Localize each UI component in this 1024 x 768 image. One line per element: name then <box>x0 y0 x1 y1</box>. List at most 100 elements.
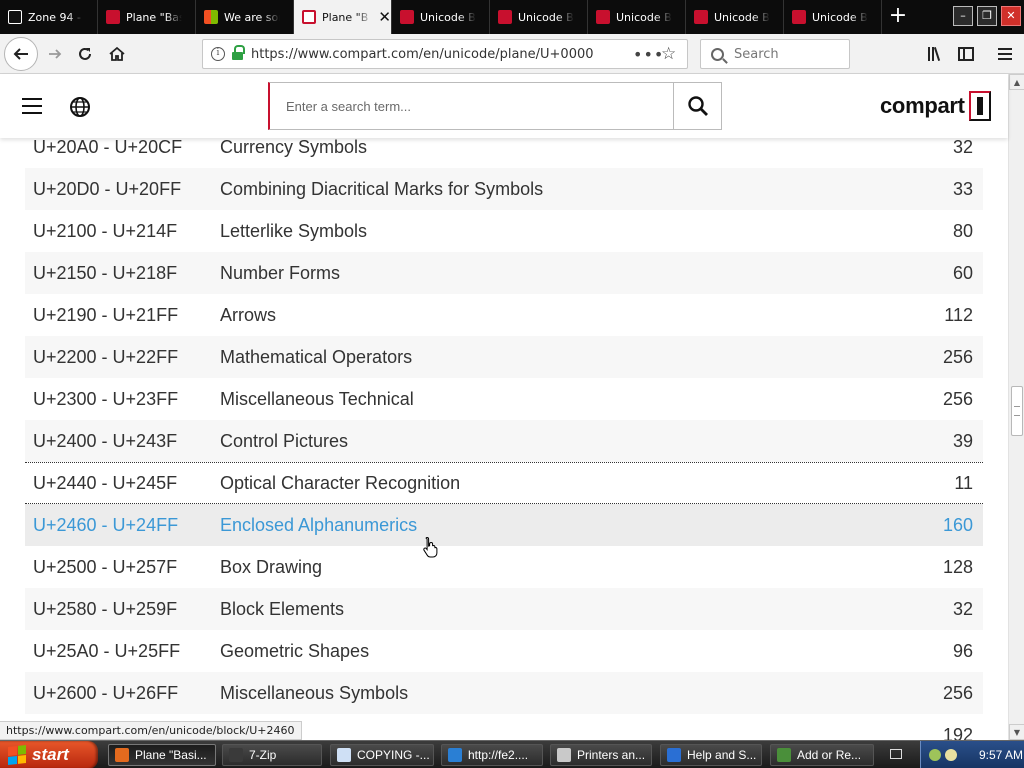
tab-favicon-icon <box>694 10 708 24</box>
taskbar-item[interactable]: http://fe2.... <box>441 744 543 766</box>
minimize-window-button[interactable]: – <box>953 6 973 26</box>
taskbar-item[interactable]: 7-Zip <box>222 744 322 766</box>
tab-favicon-icon <box>400 10 414 24</box>
block-range: U+2190 - U+21FF <box>33 304 179 325</box>
unicode-block-row[interactable]: U+2500 - U+257F Box Drawing 128 <box>25 546 983 588</box>
back-button[interactable] <box>4 37 38 71</box>
page-actions-menu-icon[interactable]: ••• <box>633 45 663 64</box>
block-range: U+25A0 - U+25FF <box>33 640 181 661</box>
library-button[interactable] <box>922 42 946 66</box>
block-range: U+2580 - U+259F <box>33 598 178 619</box>
site-menu-icon[interactable] <box>22 98 42 114</box>
unicode-block-row[interactable]: U+20D0 - U+20FF Combining Diacritical Mar… <box>25 168 983 210</box>
taskbar-item[interactable]: COPYING -... <box>330 744 434 766</box>
block-name: Box Drawing <box>220 556 323 577</box>
block-name: Number Forms <box>220 262 341 283</box>
unicode-block-row[interactable]: U+2200 - U+22FF Mathematical Operators 256 <box>25 336 983 378</box>
home-icon <box>109 46 125 61</box>
restore-window-button[interactable]: ❐ <box>977 6 997 26</box>
compart-logo-icon <box>968 91 991 121</box>
browser-tab[interactable]: Plane "B ✕ <box>294 0 392 34</box>
unicode-block-row[interactable]: U+2100 - U+214F Letterlike Symbols 80 <box>25 210 983 252</box>
help-icon <box>667 748 681 762</box>
block-range: U+2500 - U+257F <box>33 556 178 577</box>
browser-menu-button[interactable] <box>993 42 1017 66</box>
browser-tab[interactable]: Unicode Blo <box>392 0 490 34</box>
block-range: U+2300 - U+23FF <box>33 388 179 409</box>
block-name: Miscellaneous Technical <box>220 388 414 409</box>
site-info-icon[interactable]: i <box>211 47 225 61</box>
block-name: Control Pictures <box>220 430 349 451</box>
tray-app-icon[interactable] <box>929 749 941 761</box>
tab-title: Unicode Blo <box>518 10 574 24</box>
unicode-block-row[interactable]: U+25A0 - U+25FF Geometric Shapes 96 <box>25 630 983 672</box>
taskbar-clock[interactable]: 9:57 AM <box>979 748 1023 762</box>
printer-icon <box>557 748 571 762</box>
reload-button[interactable] <box>70 39 100 69</box>
taskbar-item[interactable]: Add or Re... <box>770 744 874 766</box>
block-count: 256 <box>942 388 973 409</box>
taskbar-item[interactable]: Help and S... <box>660 744 762 766</box>
status-bar-link: https://www.compart.com/en/unicode/block… <box>0 721 302 740</box>
browser-tab[interactable]: Zone 94 - E <box>0 0 98 34</box>
site-header: compart <box>0 74 1008 138</box>
tab-title: Zone 94 - E <box>28 10 84 24</box>
block-name: Arrows <box>220 304 277 325</box>
scroll-down-arrow-icon[interactable]: ▼ <box>1009 724 1024 740</box>
ie-icon <box>448 748 462 762</box>
taskbar-item[interactable]: Printers an... <box>550 744 652 766</box>
forward-button[interactable] <box>40 39 70 69</box>
scroll-up-arrow-icon[interactable]: ▲ <box>1009 74 1024 90</box>
unicode-block-row[interactable]: U+2300 - U+23FF Miscellaneous Technical 25… <box>25 378 983 420</box>
block-range: U+2100 - U+214F <box>33 220 178 241</box>
block-name: Optical Character Recognition <box>220 472 461 493</box>
logo-wordmark: compart <box>880 93 965 118</box>
address-bar[interactable]: i https://www.compart.com/en/unicode/pla… <box>202 39 688 69</box>
block-count: 256 <box>942 682 973 703</box>
scrollbar-thumb[interactable] <box>1011 386 1023 436</box>
compart-logo[interactable]: compart <box>880 89 991 123</box>
keyboard-language-icon[interactable] <box>890 749 902 759</box>
search-icon <box>687 96 708 116</box>
unicode-block-row[interactable]: U+2600 - U+26FF Miscellaneous Symbols 256 <box>25 672 983 714</box>
site-search-input[interactable] <box>286 98 646 114</box>
browser-tab[interactable]: Unicode Blo <box>490 0 588 34</box>
add-remove-icon <box>777 748 791 762</box>
tray-network-icon[interactable] <box>945 749 957 761</box>
windows-flag-icon <box>8 745 26 765</box>
block-count: 60 <box>952 262 973 283</box>
close-window-button[interactable]: ✕ <box>1001 6 1021 26</box>
block-name: Block Elements <box>220 598 345 619</box>
site-search-button[interactable] <box>673 82 722 130</box>
url-text[interactable]: https://www.compart.com/en/unicode/plane… <box>251 47 633 62</box>
block-count: 160 <box>942 514 973 535</box>
bookmark-star-icon[interactable]: ☆ <box>661 44 687 64</box>
tab-favicon-icon <box>8 10 22 24</box>
unicode-block-row[interactable]: U+2460 - U+24FF Enclosed Alphanumerics 160 <box>25 504 983 546</box>
page-scrollbar[interactable]: ▲ ▼ <box>1008 74 1024 740</box>
tab-title: Unicode Blo <box>714 10 770 24</box>
hamburger-menu-icon <box>998 48 1012 50</box>
secure-lock-icon[interactable] <box>232 45 245 60</box>
unicode-block-row[interactable]: U+2190 - U+21FF Arrows 112 <box>25 294 983 336</box>
unicode-block-row[interactable]: U+2440 - U+245F Optical Character Recogni… <box>25 462 983 504</box>
tab-title: Unicode Blo <box>616 10 672 24</box>
close-tab-icon[interactable]: ✕ <box>378 8 391 26</box>
new-tab-button[interactable]: + <box>886 4 910 28</box>
home-button[interactable] <box>102 39 132 69</box>
start-button[interactable]: start <box>0 741 98 768</box>
browser-tab[interactable]: Unicode Blo <box>784 0 882 34</box>
unicode-block-row[interactable]: U+2580 - U+259F Block Elements 32 <box>25 588 983 630</box>
unicode-block-row[interactable]: U+2400 - U+243F Control Pictures 39 <box>25 420 983 462</box>
taskbar-item[interactable]: Plane "Basi... <box>108 744 216 766</box>
browser-tab[interactable]: Unicode Blo <box>686 0 784 34</box>
block-range: U+20A0 - U+20CF <box>33 136 183 157</box>
taskbar-item-label: http://fe2.... <box>468 748 529 762</box>
browser-tab[interactable]: Plane "Basi <box>98 0 196 34</box>
unicode-block-row[interactable]: U+2150 - U+218F Number Forms 60 <box>25 252 983 294</box>
sidebar-toggle-button[interactable] <box>954 42 978 66</box>
browser-tab[interactable]: We are sor <box>196 0 294 34</box>
language-globe-icon[interactable] <box>69 96 91 118</box>
browser-search-bar[interactable]: Search <box>700 39 850 69</box>
browser-tab[interactable]: Unicode Blo <box>588 0 686 34</box>
